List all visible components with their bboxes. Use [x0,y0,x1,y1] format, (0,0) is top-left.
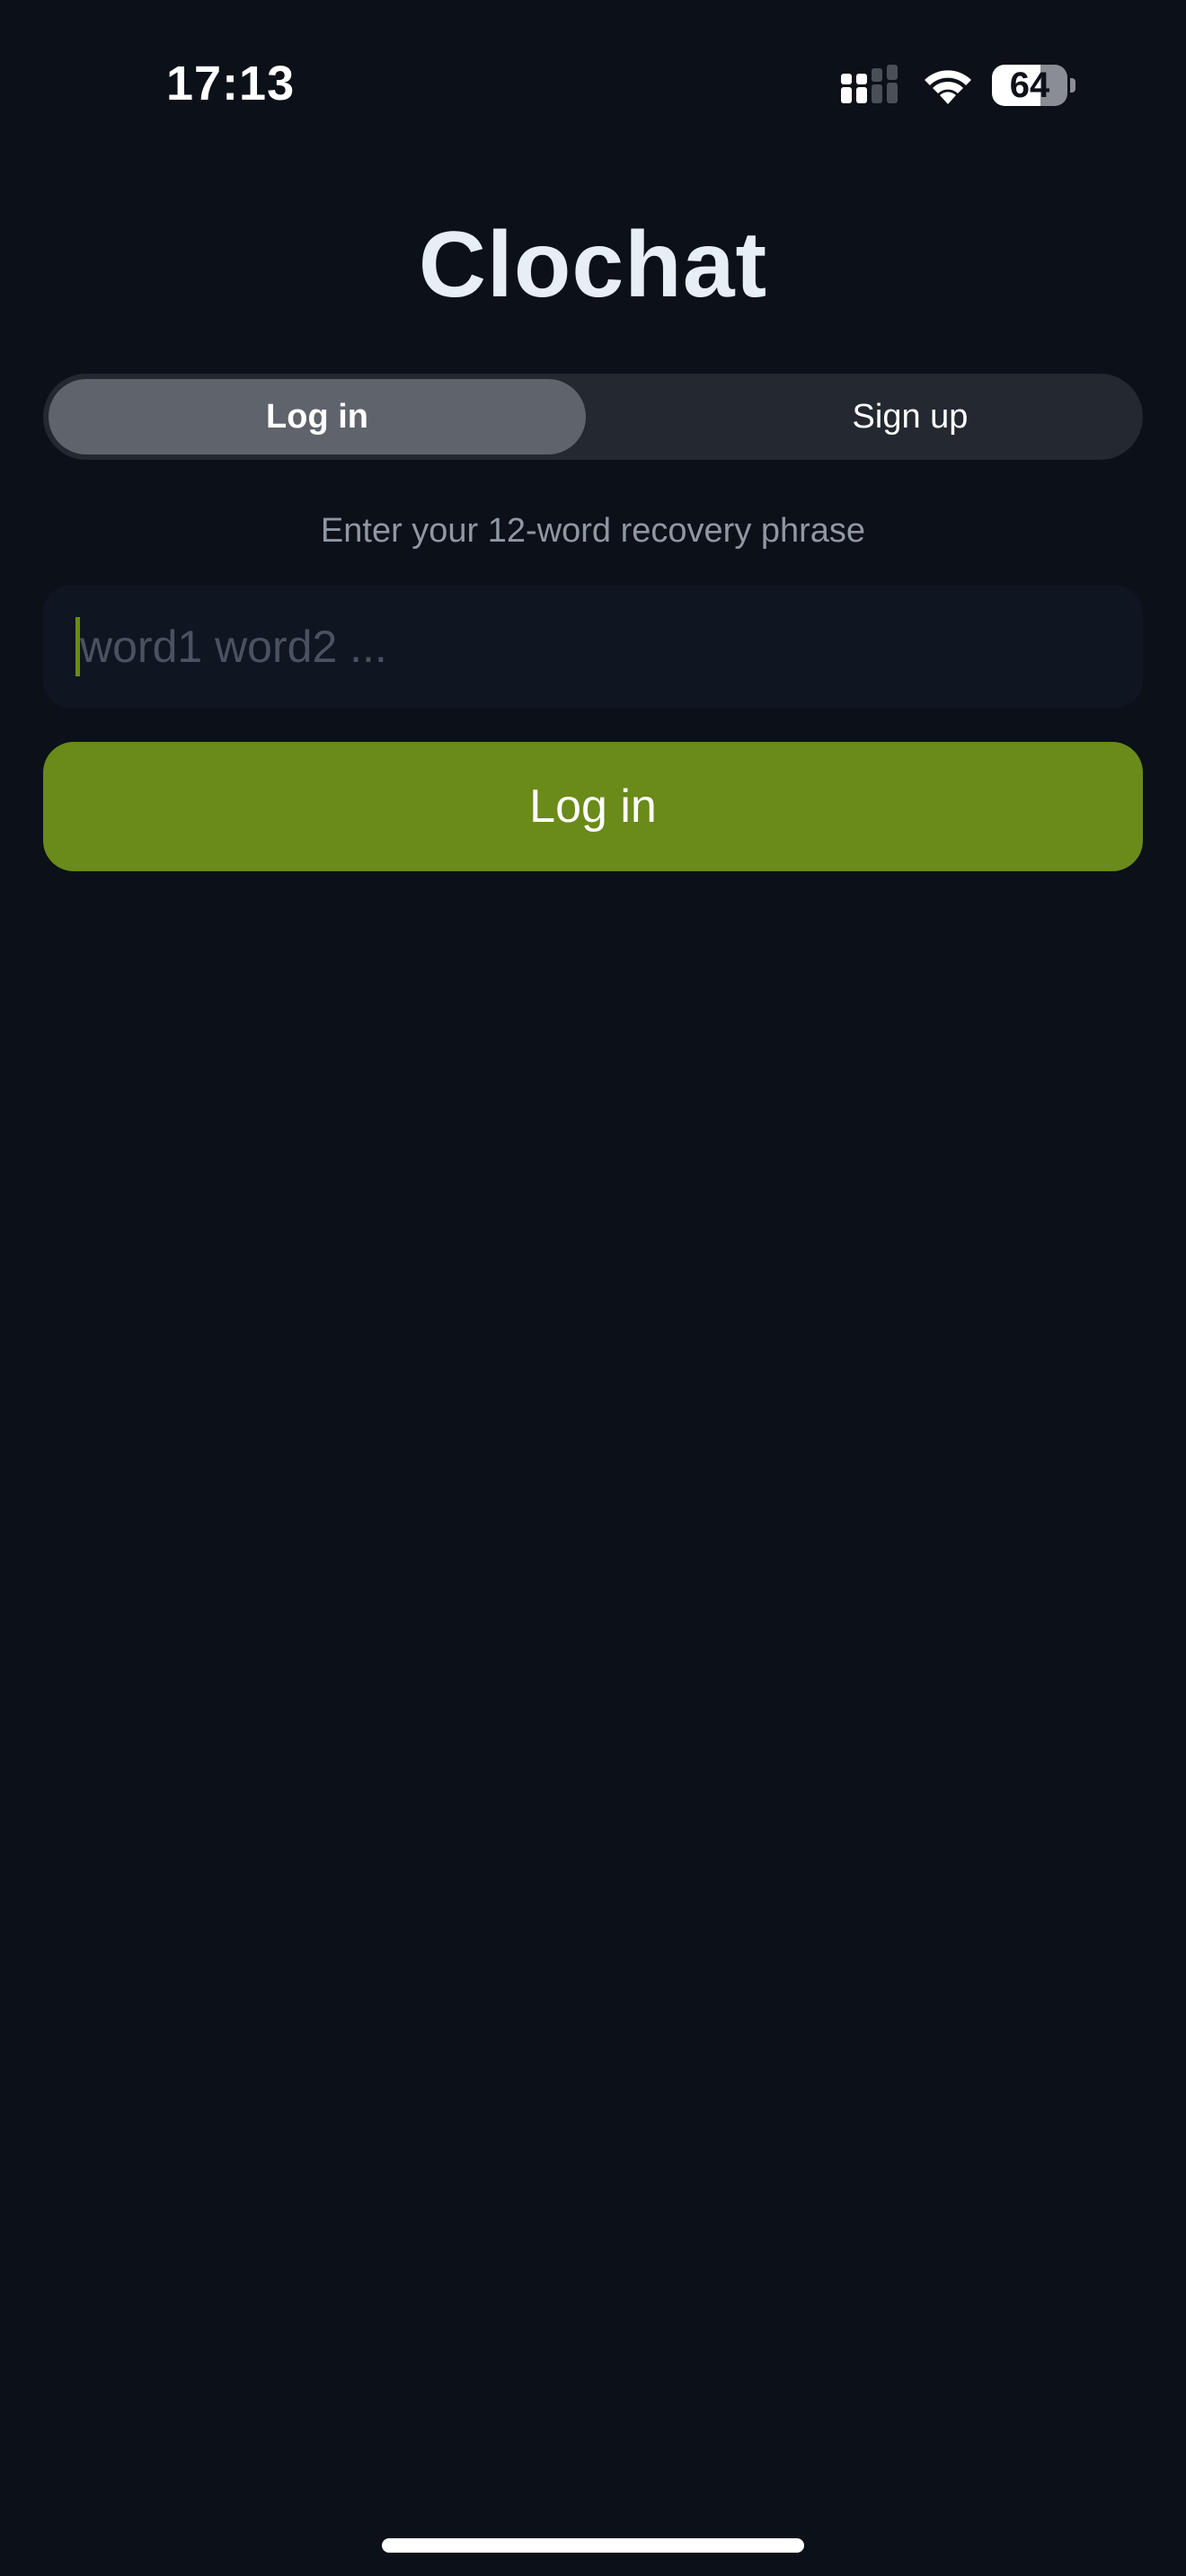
status-icons: 64 [839,63,1075,108]
battery-icon: 64 [992,65,1067,106]
cellular-signal-icon [841,65,898,103]
recovery-phrase-input[interactable] [80,621,1112,673]
home-indicator[interactable] [382,2538,804,2553]
app-title: Clochat [418,213,768,317]
recovery-phrase-field[interactable] [43,586,1143,708]
log-in-button[interactable]: Log in [43,742,1143,871]
battery-cap [1070,78,1075,93]
tab-log-in[interactable]: Log in [49,379,586,454]
status-time: 17:13 [166,57,296,110]
recovery-phrase-helper-text: Enter your 12-word recovery phrase [320,512,866,550]
login-screen: 17:13 64 Clochat Log in Sign up Enter yo… [0,0,1186,2576]
tab-sign-up[interactable]: Sign up [636,379,1184,454]
auth-mode-segmented-control: Log in Sign up [43,374,1143,460]
battery-level: 64 [1009,66,1050,105]
wifi-icon [925,70,971,104]
